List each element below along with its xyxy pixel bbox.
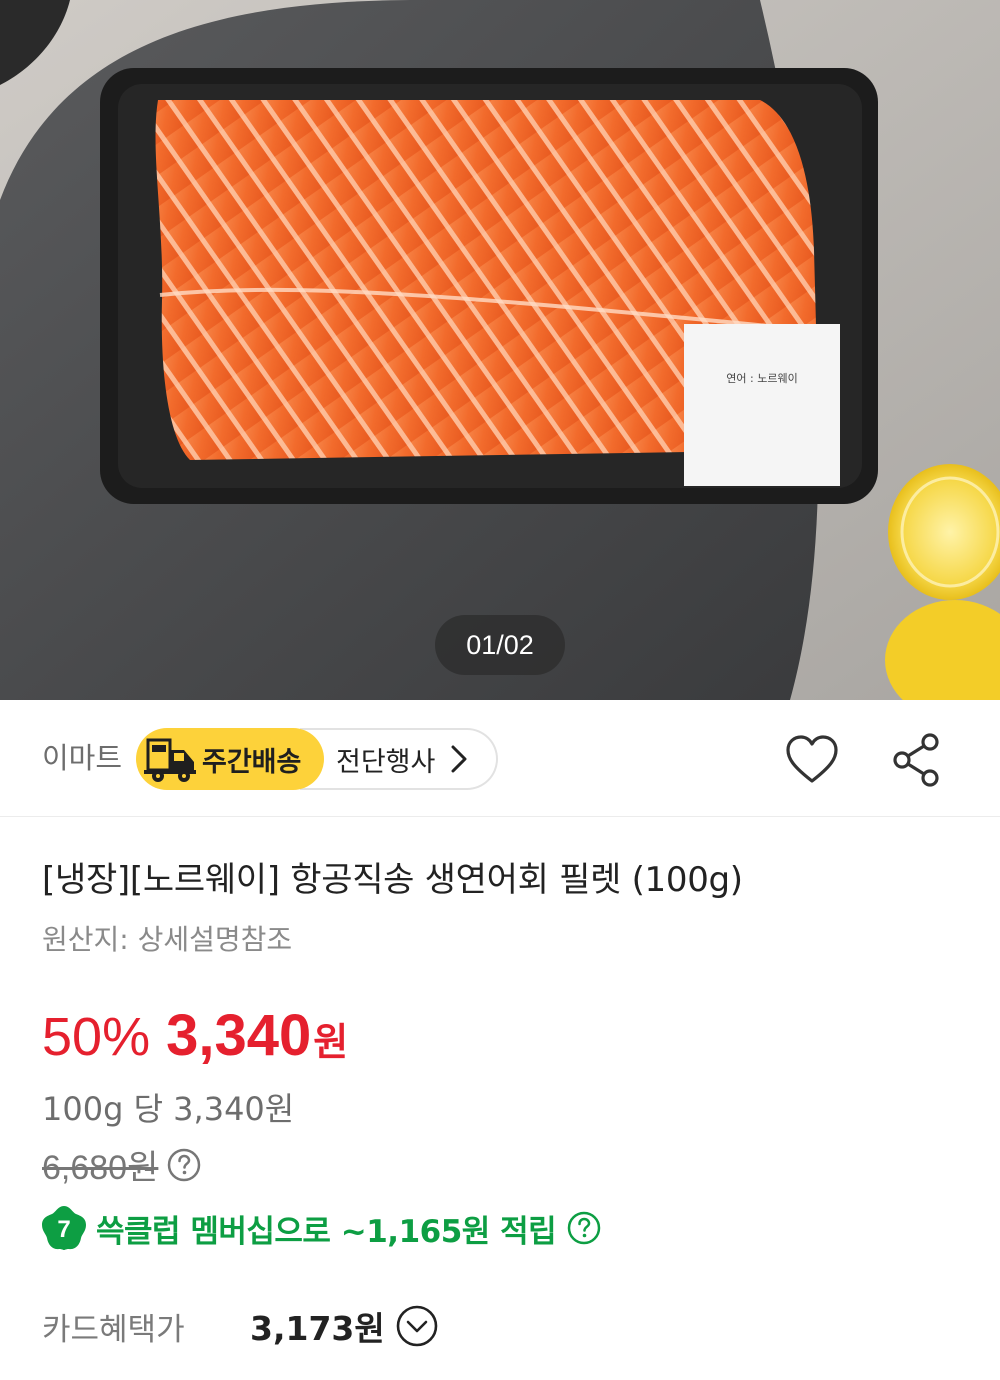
svg-text:7: 7 bbox=[57, 1216, 70, 1243]
price-row: 50% 3,340 원 bbox=[42, 1002, 348, 1069]
membership-reward-text: 쓱클럽 멤버십으로 ~1,165원 적립 bbox=[96, 1213, 557, 1250]
product-title: [냉장][노르웨이] 항공직송 생연어회 필렛 (100g) bbox=[42, 860, 743, 900]
event-chip-label: 전단행사 bbox=[336, 746, 436, 778]
card-benefit-row: 카드혜택가 3,173원 bbox=[42, 1302, 439, 1350]
card-benefit-label: 카드혜택가 bbox=[42, 1311, 185, 1348]
membership-reward-row[interactable]: 7 쓱클럽 멤버십으로 ~1,165원 적립 bbox=[40, 1204, 602, 1252]
share-icon[interactable] bbox=[890, 732, 944, 788]
sale-price: 3,340 bbox=[166, 1003, 312, 1068]
product-image-carousel[interactable]: 연어 : 노르웨이 01/02 bbox=[0, 0, 1000, 700]
page-indicator: 01/02 bbox=[435, 615, 565, 675]
seller-name[interactable]: 이마트 bbox=[42, 738, 122, 778]
chevron-down-circle-icon[interactable] bbox=[395, 1304, 439, 1348]
question-circle-icon[interactable] bbox=[166, 1147, 202, 1183]
ssg-club-icon: 7 bbox=[42, 1206, 86, 1250]
delivery-badge[interactable]: 주간배송 bbox=[136, 728, 324, 790]
heart-icon[interactable] bbox=[784, 734, 840, 786]
question-circle-icon[interactable] bbox=[566, 1210, 602, 1246]
event-chip[interactable]: 전단행사 bbox=[300, 728, 498, 790]
truck-icon bbox=[144, 738, 196, 782]
seller-bar: 이마트 전단행사 주간배송 bbox=[0, 700, 1000, 817]
sale-price-currency: 원 bbox=[313, 1020, 349, 1064]
card-benefit-price: 3,173원 bbox=[250, 1309, 385, 1348]
svg-text:연어 : 노르웨이: 연어 : 노르웨이 bbox=[726, 372, 797, 385]
chevron-right-icon bbox=[451, 745, 467, 773]
original-price: 6,680원 bbox=[42, 1149, 159, 1187]
original-price-row: 6,680원 bbox=[42, 1140, 202, 1189]
unit-price: 100g 당 3,340원 bbox=[42, 1090, 295, 1128]
product-origin: 원산지: 상세설명참조 bbox=[42, 923, 293, 956]
product-photo: 연어 : 노르웨이 bbox=[0, 0, 1000, 700]
discount-rate: 50% bbox=[42, 1007, 151, 1067]
delivery-badge-label: 주간배송 bbox=[202, 746, 302, 778]
